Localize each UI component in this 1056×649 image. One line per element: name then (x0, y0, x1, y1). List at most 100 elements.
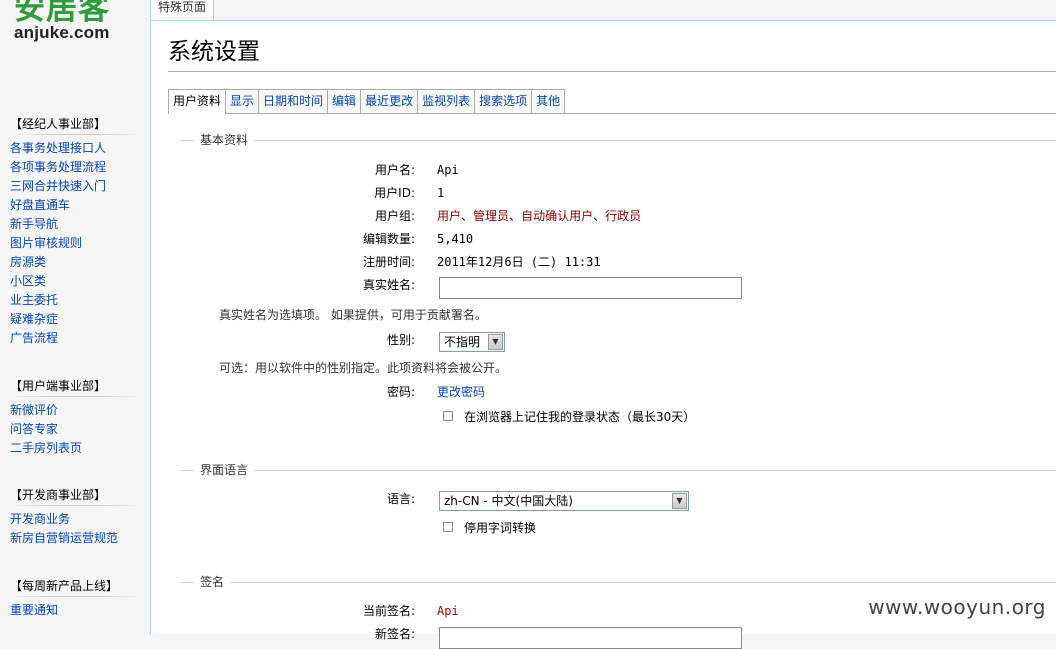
userid-value: 1 (437, 186, 445, 200)
fieldset-language: 界面语言 (181, 462, 1056, 478)
divider (10, 505, 140, 506)
sidebar-link[interactable]: 好盘直通车 (10, 196, 150, 215)
divider (181, 470, 1056, 471)
language-value: zh-CN - 中文(中国大陆) (444, 494, 573, 508)
divider (10, 134, 140, 135)
gender-value: 不指明 (444, 335, 481, 349)
page-title: 系统设置 (168, 35, 1056, 72)
disable-conversion-checkbox[interactable] (443, 522, 453, 532)
portal-list: 各事务处理接口人 各项事务处理流程 三网合并快速入门 好盘直通车 新手导航 图片… (0, 139, 150, 348)
userid-label: 用户ID: (374, 186, 415, 200)
sidebar-link[interactable]: 疑难杂症 (10, 310, 150, 329)
sidebar-link[interactable]: 小区类 (10, 272, 150, 291)
sidebar-link[interactable]: 新微评价 (10, 401, 150, 420)
logo-brand-text: 安居客 (14, 0, 110, 27)
tab-date-time[interactable]: 日期和时间 (259, 89, 329, 113)
tab-search-options[interactable]: 搜索选项 (475, 89, 533, 113)
group-link[interactable]: 用户 (437, 209, 461, 223)
sidebar-link[interactable]: 新房自营销运营规范 (10, 529, 150, 548)
registered-label: 注册时间: (362, 255, 415, 269)
portal-title: 【每周新产品上线】 (10, 579, 119, 593)
sidebar-link[interactable]: 房源类 (10, 253, 150, 272)
portal-title: 【用户端事业部】 (10, 379, 107, 393)
portal-list: 重要通知 (0, 601, 150, 620)
sidebar-link[interactable]: 各事务处理接口人 (10, 139, 150, 158)
tab-editing[interactable]: 编辑 (328, 89, 362, 113)
watermark: www.wooyun.org (868, 595, 1046, 619)
remember-me-label: 在浏览器上记住我的登录状态（最长30天） (464, 410, 696, 424)
portal-broker: 【经纪人事业部】 各事务处理接口人 各项事务处理流程 三网合并快速入门 好盘直通… (0, 114, 150, 348)
realname-label: 真实姓名: (362, 278, 415, 292)
groups-row: 用户组: 用户、管理员、自动确认用户、行政员 (301, 206, 1001, 226)
tab-user-profile[interactable]: 用户资料 (168, 89, 227, 114)
username-label: 用户名: (374, 163, 415, 177)
portal-weekly: 【每周新产品上线】 重要通知 (0, 576, 150, 620)
portal-developer: 【开发商事业部】 开发商业务 新房自营销运营规范 (0, 485, 150, 548)
sidebar-link[interactable]: 重要通知 (10, 601, 150, 620)
registered-value: 2011年12月6日 (二) 11:31 (437, 255, 601, 269)
edits-value: 5,410 (437, 232, 474, 246)
tab-special-page[interactable]: 特殊页面 (150, 0, 215, 20)
content-area: 系统设置 用户资料 显示 日期和时间 编辑 最近更改 监视列表 搜索选项 其他 … (150, 20, 1056, 649)
preferences-tabs: 用户资料 显示 日期和时间 编辑 最近更改 监视列表 搜索选项 其他 (168, 89, 1056, 114)
new-signature-input[interactable] (439, 627, 742, 649)
anjuke-logo[interactable]: 安居客 anjuke.com (14, 0, 134, 42)
tab-recent-changes[interactable]: 最近更改 (361, 89, 419, 113)
sidebar-link[interactable]: 二手房列表页 (10, 439, 150, 458)
username-value: Api (437, 163, 459, 177)
new-signature-label: 新签名: (374, 627, 415, 641)
divider (181, 582, 1056, 583)
sidebar-link[interactable]: 问答专家 (10, 420, 150, 439)
groups-value: 用户、管理员、自动确认用户、行政员 (437, 209, 642, 223)
tab-watchlist[interactable]: 监视列表 (418, 89, 476, 113)
gender-help: 可选：用以软件中的性别指定。此项资料将会被公开。 (219, 361, 508, 375)
tab-misc[interactable]: 其他 (532, 89, 566, 113)
disable-conversion-label: 停用字词转换 (464, 521, 537, 535)
group-link[interactable]: 自动确认用户 (521, 209, 593, 223)
portal-user: 【用户端事业部】 新微评价 问答专家 二手房列表页 (0, 376, 150, 458)
fieldset-basic: 基本资料 (181, 132, 1056, 148)
fieldset-legend: 界面语言 (194, 462, 255, 478)
tab-appearance[interactable]: 显示 (226, 89, 260, 113)
language-label: 语言: (386, 492, 415, 506)
chevron-down-icon: ▼ (672, 493, 687, 509)
edits-row: 编辑数量: 5,410 (301, 229, 1001, 249)
remember-me-checkbox[interactable] (443, 411, 453, 421)
group-link[interactable]: 管理员 (473, 209, 509, 223)
portal-title: 【经纪人事业部】 (10, 117, 107, 131)
portal-list: 开发商业务 新房自营销运营规范 (0, 510, 150, 548)
portal-title: 【开发商事业部】 (10, 488, 107, 502)
group-link[interactable]: 行政员 (605, 209, 641, 223)
divider (10, 596, 140, 597)
sidebar-link[interactable]: 图片审核规则 (10, 234, 150, 253)
sidebar-link[interactable]: 开发商业务 (10, 510, 150, 529)
logo-domain-text: anjuke.com (14, 23, 110, 42)
language-select[interactable]: zh-CN - 中文(中国大陆) ▼ (439, 491, 689, 511)
fieldset-legend: 基本资料 (194, 132, 255, 148)
edits-label: 编辑数量: (362, 232, 415, 246)
gender-label: 性别: (386, 333, 415, 347)
chevron-down-icon: ▼ (488, 334, 503, 350)
realname-input[interactable] (439, 277, 742, 299)
sidebar-link[interactable]: 各项事务处理流程 (10, 158, 150, 177)
fieldset-signature: 签名 (181, 574, 1056, 590)
sidebar: 安居客 anjuke.com 【经纪人事业部】 各事务处理接口人 各项事务处理流… (0, 0, 150, 633)
password-label: 密码: (386, 385, 415, 399)
portal-list: 新微评价 问答专家 二手房列表页 (0, 401, 150, 458)
sidebar-link[interactable]: 新手导航 (10, 215, 150, 234)
realname-help: 真实姓名为选填项。 如果提供，可用于贡献署名。 (219, 308, 487, 322)
userid-row: 用户ID: 1 (301, 183, 1001, 203)
registered-row: 注册时间: 2011年12月6日 (二) 11:31 (301, 252, 1001, 272)
gender-select[interactable]: 不指明 ▼ (439, 332, 505, 352)
divider (181, 140, 1056, 141)
current-signature-value: Api (437, 604, 459, 618)
change-password-link[interactable]: 更改密码 (437, 382, 485, 402)
sidebar-link[interactable]: 广告流程 (10, 329, 150, 348)
divider (10, 396, 140, 397)
groups-label: 用户组: (374, 209, 415, 223)
password-row: 密码: 更改密码 (301, 382, 1001, 402)
fieldset-legend: 签名 (194, 574, 231, 590)
gender-row: 性别: (301, 330, 1001, 350)
sidebar-link[interactable]: 业主委托 (10, 291, 150, 310)
sidebar-link[interactable]: 三网合并快速入门 (10, 177, 150, 196)
